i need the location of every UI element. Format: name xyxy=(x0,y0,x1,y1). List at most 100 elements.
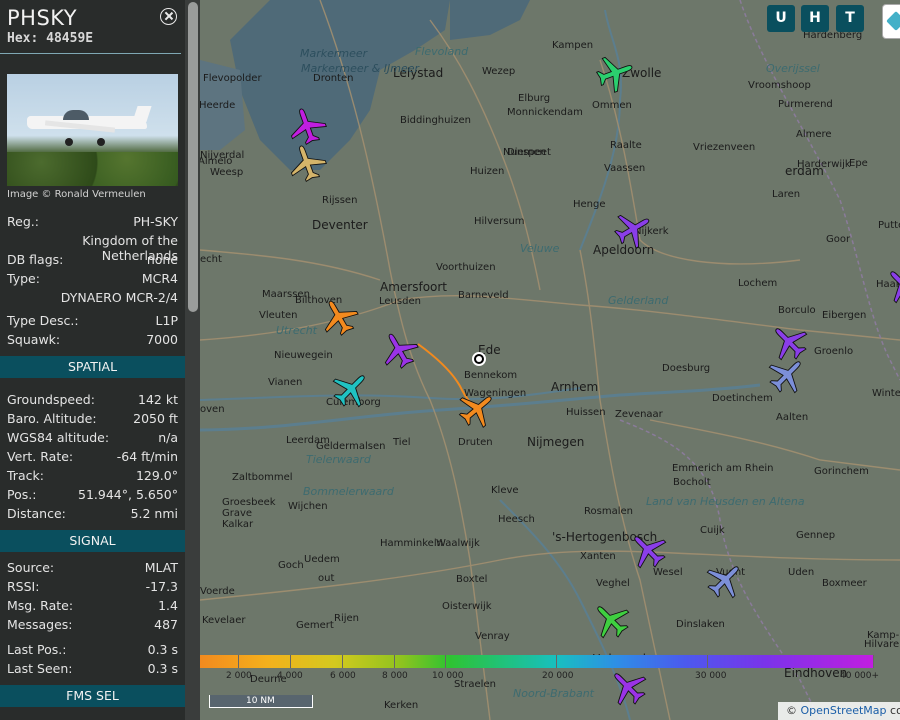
sidebar-scrollbar[interactable] xyxy=(185,0,200,720)
map-button-h[interactable]: H xyxy=(801,5,829,32)
airplane-icon[interactable] xyxy=(454,386,500,432)
row-key: Baro. Altitude: xyxy=(7,411,97,426)
map-view[interactable]: Kampen Zwolle Hardenberg Flevoland Lelystad M… xyxy=(200,0,900,720)
detail-key: DB flags: xyxy=(7,252,64,267)
airplane-icon[interactable] xyxy=(605,664,651,710)
airplane-icon[interactable] xyxy=(610,206,656,252)
spatial-row: WGS84 altitude: n/a xyxy=(7,430,178,446)
detail-value: L1P xyxy=(155,313,178,328)
map-label: Harderwijk xyxy=(797,159,851,170)
attribution-suffix: co xyxy=(890,704,900,717)
map-label: Vriezenveen xyxy=(693,142,756,153)
scale-label: 10 NM xyxy=(246,696,275,706)
map-label: Doesburg xyxy=(662,363,711,374)
map-label: Overijssel xyxy=(766,62,820,75)
map-label: Monnickendam xyxy=(507,107,583,118)
aircraft-info-sidebar: PHSKY Hex: 48459E Image © Ronald Vermeul… xyxy=(0,0,200,720)
section-spatial[interactable]: SPATIAL xyxy=(0,356,185,378)
airplane-icon[interactable] xyxy=(625,527,671,573)
map-label: Eindhoven xyxy=(784,666,848,680)
row-value: 2050 ft xyxy=(133,411,178,426)
map-label: Hilversum xyxy=(474,216,525,227)
map-label: echt xyxy=(200,254,222,265)
map-label: Land van Heusden en Altena xyxy=(646,495,805,508)
map-label: Leusden xyxy=(379,296,421,307)
scrollbar-thumb[interactable] xyxy=(188,2,198,312)
map-label: Amersfoort xyxy=(380,280,448,294)
map-label: Wijchen xyxy=(288,501,328,512)
legend-tick xyxy=(873,655,874,668)
altitude-legend xyxy=(200,655,873,668)
section-fms-sel[interactable]: FMS SEL xyxy=(0,685,185,707)
type-full-name: DYNAERO MCR-2/4 xyxy=(60,290,178,305)
map-label: Boxtel xyxy=(456,574,488,585)
map-label: Diemen xyxy=(507,147,546,158)
legend-label: 10 000 xyxy=(432,671,464,681)
map-label: Kalkar xyxy=(222,519,254,530)
detail-key: Type: xyxy=(7,271,40,286)
map-label: Vianen xyxy=(268,377,303,388)
airplane-icon[interactable] xyxy=(881,262,900,308)
layers-icon[interactable] xyxy=(882,4,900,39)
map-label: Heesch xyxy=(498,514,535,525)
detail-row-type: Type: MCR4 xyxy=(7,271,178,287)
legend-label: 2 000 xyxy=(226,671,252,681)
map-label: Markermeer xyxy=(300,47,368,60)
map-label: Aalten xyxy=(776,412,809,423)
detail-row-db-flags: DB flags: none xyxy=(7,252,178,268)
row-key: Vert. Rate: xyxy=(7,449,74,464)
airplane-icon[interactable] xyxy=(702,557,748,603)
legend-tick xyxy=(394,655,395,668)
map-label: Zevenaar xyxy=(615,409,663,420)
aircraft-photo[interactable] xyxy=(7,74,178,186)
map-button-u[interactable]: U xyxy=(767,5,795,32)
row-value: 1.4 xyxy=(158,598,178,613)
airplane-icon[interactable] xyxy=(592,50,638,96)
map-label: Goor xyxy=(826,234,851,245)
map-label: Gorinchem xyxy=(814,466,869,477)
section-signal[interactable]: SIGNAL xyxy=(0,530,185,552)
map-label: Tielerwaard xyxy=(306,453,371,466)
registration-link[interactable]: PH-SKY xyxy=(133,214,178,230)
airplane-icon[interactable] xyxy=(764,352,810,398)
map-label: Henge xyxy=(573,199,606,210)
map-label: Heerde xyxy=(200,100,236,111)
airplane-icon[interactable] xyxy=(376,327,422,373)
legend-label: 6 000 xyxy=(330,671,356,681)
map-button-t[interactable]: T xyxy=(836,5,864,32)
legend-label: 30 000 xyxy=(695,671,727,681)
row-value: -64 ft/min xyxy=(116,449,178,464)
map-label: oven xyxy=(200,404,225,415)
map-label: Druten xyxy=(458,437,493,448)
border-line xyxy=(739,0,900,381)
map-label: Biddinghuizen xyxy=(400,115,471,126)
map-label: Raalte xyxy=(610,140,642,151)
spatial-row: Pos.: 51.944°, 5.650° xyxy=(7,487,178,503)
airplane-icon[interactable] xyxy=(284,140,330,186)
signal-row: RSSI: -17.3 xyxy=(7,579,178,595)
map-label: Barneveld xyxy=(458,290,509,301)
airplane-icon[interactable] xyxy=(316,294,362,340)
map-label: Hamminkeln xyxy=(380,538,443,549)
signal-row: Messages: 487 xyxy=(7,617,178,633)
map-label: Groesbeek xyxy=(222,497,276,508)
map-label: Voorthuizen xyxy=(436,262,496,273)
airplane-icon[interactable] xyxy=(588,597,634,643)
map-label: Wezep xyxy=(482,66,516,77)
row-value: 129.0° xyxy=(135,468,178,483)
signal-row: Msg. Rate: 1.4 xyxy=(7,598,178,614)
airplane-icon[interactable] xyxy=(328,366,374,412)
legend-label: 8 000 xyxy=(382,671,408,681)
map-label: Nijmegen xyxy=(527,435,585,449)
map-label: Bocholt xyxy=(673,477,711,488)
map-label: Huizen xyxy=(470,166,505,177)
map-label: Vaassen xyxy=(604,163,646,174)
header-divider xyxy=(0,53,181,54)
close-icon[interactable] xyxy=(160,8,177,25)
map-label: Nieuwegein xyxy=(274,350,333,361)
map-label: Grave xyxy=(222,508,253,519)
photo-credit: Image © Ronald Vermeulen xyxy=(7,189,146,200)
map-label: Utrecht xyxy=(276,324,317,337)
openstreetmap-link[interactable]: OpenStreetMap xyxy=(801,704,887,717)
row-key: Messages: xyxy=(7,617,73,632)
